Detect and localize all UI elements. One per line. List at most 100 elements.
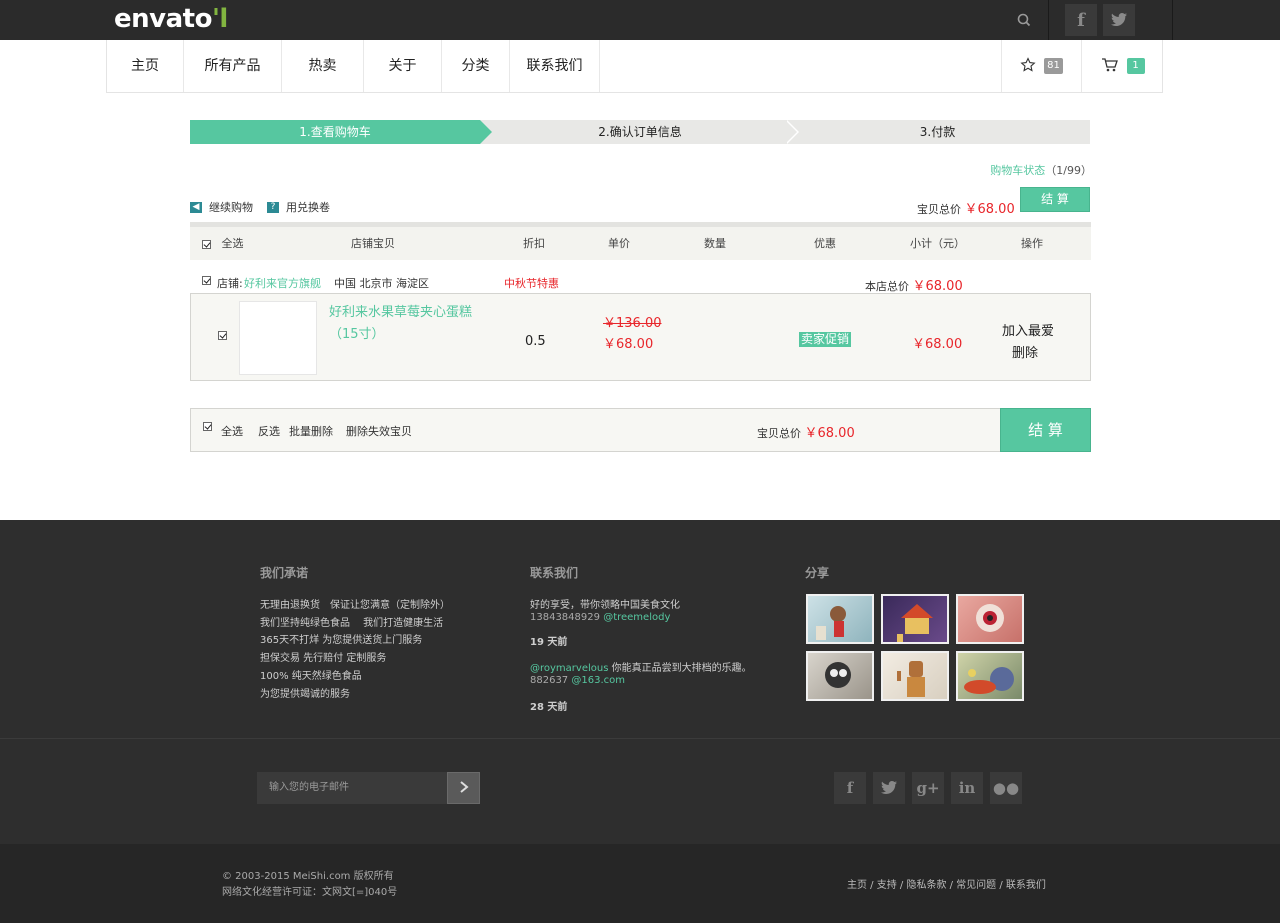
delete-item-link[interactable]: 删除 xyxy=(1012,342,1038,361)
contact-handle-link[interactable]: @roymarvelous xyxy=(530,663,608,674)
bottom-total: 宝贝总价 ￥68.00 xyxy=(757,426,855,441)
step-view-cart: 1.查看购物车 xyxy=(190,120,480,144)
cart-icon xyxy=(1101,57,1119,76)
promise-line: 100% 纯天然绿色食品 xyxy=(260,671,362,682)
contact-message: @roymarvelous 你能真正品尝到大排档的乐趣。 xyxy=(530,663,752,674)
header-subtotal: 小计（元） xyxy=(910,237,965,250)
footer-links[interactable]: 主页 / 支持 / 隐私条款 / 常见问题 / 联系我们 xyxy=(847,876,1046,891)
select-all-checkbox[interactable] xyxy=(202,239,211,249)
promise-line: 为您提供竭诚的服务 xyxy=(260,689,350,700)
promise-line: 担保交易 先行赔付 定制服务 xyxy=(260,653,387,664)
divider xyxy=(1048,0,1049,40)
main-nav: 主页 所有产品 热卖 关于 分类 联系我们 81 1 xyxy=(106,40,1163,93)
back-arrow-icon: ◀ xyxy=(190,201,202,213)
promise-line: 无理由退换货 保证让您满意（定制除外） xyxy=(260,600,450,611)
header-quantity: 数量 xyxy=(704,237,726,250)
top-bar: envato'l f xyxy=(0,0,1280,40)
copyright: © 2003-2015 MeiShi.com 版权所有 xyxy=(222,871,394,882)
twitter-icon[interactable] xyxy=(1103,4,1135,36)
contact-time: 28 天前 xyxy=(530,702,568,713)
share-title: 分享 xyxy=(805,566,830,580)
add-to-favorites-link[interactable]: 加入最爱 xyxy=(1002,320,1054,339)
shop-row: 店铺: 好利来官方旗舰 中国 北京市 海淀区 中秋节特惠 本店总价 ￥68.00 xyxy=(190,274,1091,294)
contact-email-link[interactable]: @163.com xyxy=(571,675,625,686)
coupon-link[interactable]: 用兑换卷 xyxy=(286,199,330,215)
item-price: ￥68.00 xyxy=(603,337,654,352)
flickr-icon[interactable]: ●● xyxy=(990,772,1022,804)
shop-total: 本店总价 ￥68.00 xyxy=(865,279,963,294)
nav-item-products[interactable]: 所有产品 xyxy=(184,40,282,92)
cart-bottom-bar: 全选 反选 批量删除 删除失效宝贝 宝贝总价 ￥68.00 结 算 xyxy=(190,408,1091,452)
shop-location: 中国 北京市 海淀区 xyxy=(334,277,429,290)
site-footer: 我们承诺 无理由退换货 保证让您满意（定制除外） 我们坚持纯绿色食品 我们打造健… xyxy=(0,520,1280,923)
nav-item-contact[interactable]: 联系我们 xyxy=(510,40,600,92)
nav-item-hot[interactable]: 热卖 xyxy=(282,40,364,92)
promise-title: 我们承诺 xyxy=(260,566,309,580)
share-thumbnail[interactable] xyxy=(956,594,1024,644)
total-top: 宝贝总价 ￥68.00 xyxy=(917,202,1015,217)
nav-item-about[interactable]: 关于 xyxy=(364,40,442,92)
contact-time: 19 天前 xyxy=(530,637,568,648)
license: 网络文化经营许可证：文网文[=]040号 xyxy=(222,887,398,898)
share-thumbnail[interactable] xyxy=(881,651,949,701)
footer-divider xyxy=(0,738,1280,739)
checkout-button-top[interactable]: 结 算 xyxy=(1020,187,1090,212)
cart-table-header: 全选 店铺宝贝 折扣 单价 数量 优惠 小计（元） 操作 xyxy=(190,222,1091,260)
delete-invalid-link[interactable]: 删除失效宝贝 xyxy=(346,423,412,439)
item-original-price: ￥136.00 xyxy=(603,316,662,331)
nav-item-category[interactable]: 分类 xyxy=(442,40,510,92)
google-plus-icon[interactable]: g+ xyxy=(912,772,944,804)
cart-item: 好利来水果草莓夹心蛋糕 （15寸） 0.5 ￥136.00 ￥68.00 卖家促… xyxy=(190,293,1091,381)
cart-button[interactable]: 1 xyxy=(1081,40,1163,92)
continue-shopping-link[interactable]: 继续购物 xyxy=(209,199,253,215)
twitter-icon[interactable] xyxy=(873,772,905,804)
batch-delete-link[interactable]: 批量删除 xyxy=(289,423,333,439)
envato-logo[interactable]: envato'l xyxy=(114,2,228,36)
bottom-select-all[interactable]: 全选 xyxy=(221,423,243,439)
facebook-icon[interactable]: f xyxy=(1065,4,1097,36)
footer-bottom-bar: © 2003-2015 MeiShi.com 版权所有 网络文化经营许可证：文网… xyxy=(0,844,1280,923)
newsletter-submit-button[interactable] xyxy=(447,772,480,804)
divider xyxy=(1172,0,1173,40)
share-thumbnail[interactable] xyxy=(806,594,874,644)
item-subtotal: ￥68.00 xyxy=(912,337,963,352)
invert-selection-link[interactable]: 反选 xyxy=(258,423,280,439)
linkedin-icon[interactable]: in xyxy=(951,772,983,804)
shop-name-link[interactable]: 好利来官方旗舰 xyxy=(244,275,321,291)
newsletter-email-input[interactable]: 输入您的电子邮件 xyxy=(257,772,447,804)
checkout-steps: 1.查看购物车 2.确认订单信息 3.付款 xyxy=(190,120,1090,144)
checkout-button-bottom[interactable]: 结 算 xyxy=(1000,408,1091,452)
promise-line: 我们坚持纯绿色食品 我们打造健康生活 xyxy=(260,618,444,629)
share-thumbnail[interactable] xyxy=(881,594,949,644)
favorites-count: 81 xyxy=(1044,58,1063,74)
step-confirm-order: 2.确认订单信息 xyxy=(598,125,682,139)
facebook-icon[interactable]: f xyxy=(834,772,866,804)
product-name-link[interactable]: 好利来水果草莓夹心蛋糕 xyxy=(329,301,472,320)
header-product: 店铺宝贝 xyxy=(351,237,395,250)
contact-message: 好的享受，带你领略中国美食文化 xyxy=(530,600,680,611)
item-discount: 0.5 xyxy=(525,334,546,349)
product-size: （15寸） xyxy=(329,327,385,342)
nav-item-home[interactable]: 主页 xyxy=(107,40,184,92)
contact-meta: 13843848929 @treemelody xyxy=(530,612,671,623)
shop-checkbox[interactable] xyxy=(202,276,211,285)
total-top-price: ￥68.00 xyxy=(964,202,1015,217)
favorites-button[interactable]: 81 xyxy=(1001,40,1081,92)
help-icon: ? xyxy=(267,201,279,213)
header-action: 操作 xyxy=(1021,237,1043,250)
contact-handle-link[interactable]: @treemelody xyxy=(603,612,670,623)
share-thumbnail[interactable] xyxy=(956,651,1024,701)
cart-status: 购物车状态（1/99） xyxy=(990,164,1092,177)
header-unit-price: 单价 xyxy=(608,237,630,250)
promo-badge: 卖家促销 xyxy=(799,332,852,347)
share-thumbnail[interactable] xyxy=(806,651,874,701)
contact-title: 联系我们 xyxy=(530,566,579,580)
contact-meta: 882637 @163.com xyxy=(530,675,625,686)
star-icon xyxy=(1020,56,1036,76)
product-image[interactable] xyxy=(239,301,317,375)
promise-line: 365天不打烊 为您提供送货上门服务 xyxy=(260,635,423,646)
select-all-header: 全选 xyxy=(202,227,244,260)
search-icon[interactable] xyxy=(1010,8,1038,32)
item-checkbox[interactable] xyxy=(218,331,227,340)
bottom-select-all-checkbox[interactable] xyxy=(203,422,212,431)
